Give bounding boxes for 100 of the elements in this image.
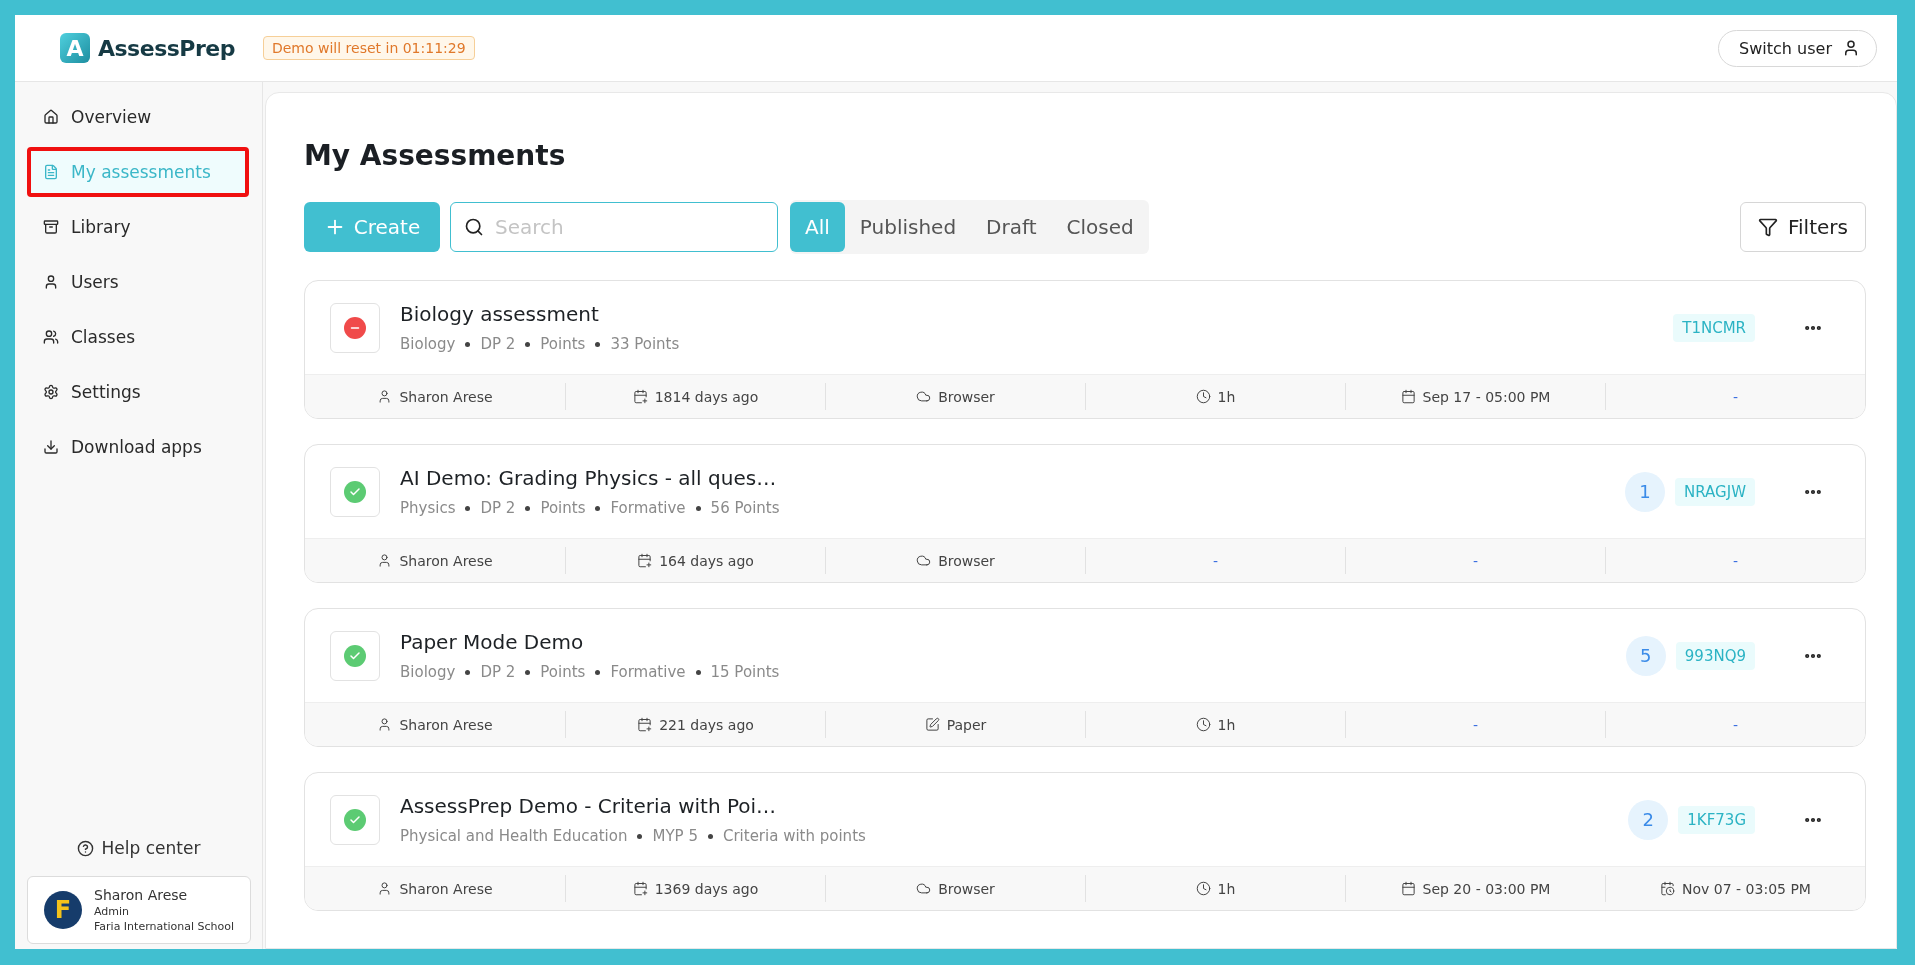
help-center-link[interactable]: Help center xyxy=(27,838,262,858)
bullet-icon xyxy=(465,669,471,675)
filter-tab[interactable]: Draft xyxy=(971,202,1052,252)
users-icon xyxy=(43,329,59,345)
detail-text: 164 days ago xyxy=(659,552,754,569)
meta-text: Biology xyxy=(400,335,456,353)
user-role: Admin xyxy=(94,905,131,918)
demo-notice: Demo will reset in 01:11:29 xyxy=(262,36,475,60)
help-icon xyxy=(76,839,94,857)
count-badge: 2 xyxy=(1628,799,1669,840)
bullet-icon xyxy=(595,505,601,511)
user-icon xyxy=(43,274,59,290)
search-icon xyxy=(464,217,484,237)
detail-text: 1369 days ago xyxy=(654,880,759,897)
logo-icon: A xyxy=(60,33,90,63)
nav-item[interactable]: Download apps xyxy=(27,422,249,472)
detail-text: Browser xyxy=(938,388,995,405)
access-code: T1NCMR xyxy=(1673,313,1755,342)
detail-text: 1h xyxy=(1217,716,1236,733)
assessment-title[interactable]: AI Demo: Grading Physics - all ques… xyxy=(400,466,1606,490)
filter-tab[interactable]: Published xyxy=(844,202,972,252)
meta-text: MYP 5 xyxy=(652,827,698,845)
search-field[interactable]: Search xyxy=(450,202,778,252)
meta-text: DP 2 xyxy=(480,335,516,353)
bullet-icon xyxy=(525,341,531,347)
switch-user-button[interactable]: Switch user xyxy=(1718,29,1877,67)
calendar-icon xyxy=(1400,389,1416,404)
meta-text: Formative xyxy=(610,499,686,517)
bullet-icon xyxy=(695,505,701,511)
detail-text: 1h xyxy=(1217,388,1236,405)
assessment-title[interactable]: AssessPrep Demo - Criteria with Poi… xyxy=(400,794,1609,818)
empty-value: - xyxy=(1472,716,1479,733)
detail-text: 1h xyxy=(1217,880,1236,897)
filter-tab[interactable]: Closed xyxy=(1051,202,1149,252)
bullet-icon xyxy=(637,833,643,839)
house-icon xyxy=(43,109,59,125)
meta-text: Physics xyxy=(400,499,456,517)
meta-text: Criteria with points xyxy=(722,827,866,845)
meta-text: DP 2 xyxy=(480,499,516,517)
user-icon xyxy=(377,881,393,896)
cloud-icon xyxy=(916,553,932,568)
assessment-card[interactable]: Paper Mode Demo Biology DP 2 Points Formative 15 Points 5 993NQ9 Sharon Arese 221 days ago Paper 1h - - xyxy=(304,608,1866,747)
meta-text: Points xyxy=(540,663,586,681)
assessment-card[interactable]: AI Demo: Grading Physics - all ques… Physics DP 2 Points Formative 56 Points 1 NRAGJW Sharon Arese 164 days ago Browser - - - xyxy=(304,444,1866,583)
assessment-card[interactable]: Biology assessment Biology DP 2 Points 33 Points T1NCMR Sharon Arese 1814 days ago Browser 1h Sep 17 - 05:00 PM - xyxy=(304,280,1866,419)
calendar-icon xyxy=(632,881,648,896)
meta-text: Formative xyxy=(610,663,686,681)
meta-text: DP 2 xyxy=(480,663,516,681)
school-avatar: F xyxy=(44,891,82,929)
calendar-icon xyxy=(637,717,653,732)
page-title: My Assessments xyxy=(304,139,567,172)
meta-text: Physical and Health Education xyxy=(400,827,628,845)
detail-text: Sep 20 - 03:00 PM xyxy=(1422,880,1551,897)
filter-icon xyxy=(1758,217,1778,237)
calendar-icon xyxy=(1400,881,1416,896)
calendar-icon xyxy=(632,389,648,404)
access-code: 1KF73G xyxy=(1678,805,1755,834)
nav-item[interactable]: Overview xyxy=(27,92,249,142)
school-name: Faria International School xyxy=(94,920,235,933)
meta-text: Points xyxy=(540,499,586,517)
assessment-card[interactable]: AssessPrep Demo - Criteria with Poi… Physical and Health Education MYP 5 Criteria with points 2 1KF73G Sharon Arese 1369 days ago Browser 1h Sep 20 - 03:00 PM Nov 07 - 03:05 PM xyxy=(304,772,1866,911)
bullet-icon xyxy=(525,505,531,511)
calendar-icon xyxy=(1660,881,1676,896)
detail-text: Sharon Arese xyxy=(399,880,493,897)
detail-text: Browser xyxy=(938,552,995,569)
calendar-icon xyxy=(637,553,653,568)
settings-icon xyxy=(43,384,59,400)
profile-card[interactable]: F Sharon Arese Admin Faria International School xyxy=(27,876,251,944)
detail-text: Paper xyxy=(946,716,987,733)
pen-square-icon xyxy=(924,717,940,732)
filters-button[interactable]: Filters xyxy=(1740,202,1866,252)
empty-value: - xyxy=(1212,552,1219,569)
bullet-icon xyxy=(595,669,601,675)
bullet-icon xyxy=(595,341,601,347)
nav-item[interactable]: Users xyxy=(27,257,249,307)
bullet-icon xyxy=(707,833,713,839)
empty-value: - xyxy=(1732,388,1739,405)
cloud-icon xyxy=(916,389,932,404)
bullet-icon xyxy=(695,669,701,675)
detail-text: 221 days ago xyxy=(659,716,754,733)
assessment-title[interactable]: Biology assessment xyxy=(400,302,1654,326)
nav-item[interactable]: Library xyxy=(27,202,249,252)
user-icon xyxy=(377,553,393,568)
archive-icon xyxy=(43,219,59,235)
meta-text: 33 Points xyxy=(610,335,680,353)
document-icon xyxy=(43,164,59,180)
clock-icon xyxy=(1195,881,1211,896)
nav-item[interactable]: Classes xyxy=(27,312,249,362)
count-badge: 5 xyxy=(1625,635,1666,676)
detail-text: 1814 days ago xyxy=(654,388,759,405)
user-icon xyxy=(377,389,393,404)
assessment-title[interactable]: Paper Mode Demo xyxy=(400,630,1606,654)
nav-item[interactable]: Settings xyxy=(27,367,249,417)
detail-text: Browser xyxy=(938,880,995,897)
access-code: NRAGJW xyxy=(1675,477,1755,506)
meta-text: Points xyxy=(540,335,586,353)
logo-text: AssessPrep xyxy=(98,35,235,61)
detail-text: Nov 07 - 03:05 PM xyxy=(1682,880,1811,897)
user-icon xyxy=(1842,39,1860,57)
detail-text: Sharon Arese xyxy=(399,716,493,733)
